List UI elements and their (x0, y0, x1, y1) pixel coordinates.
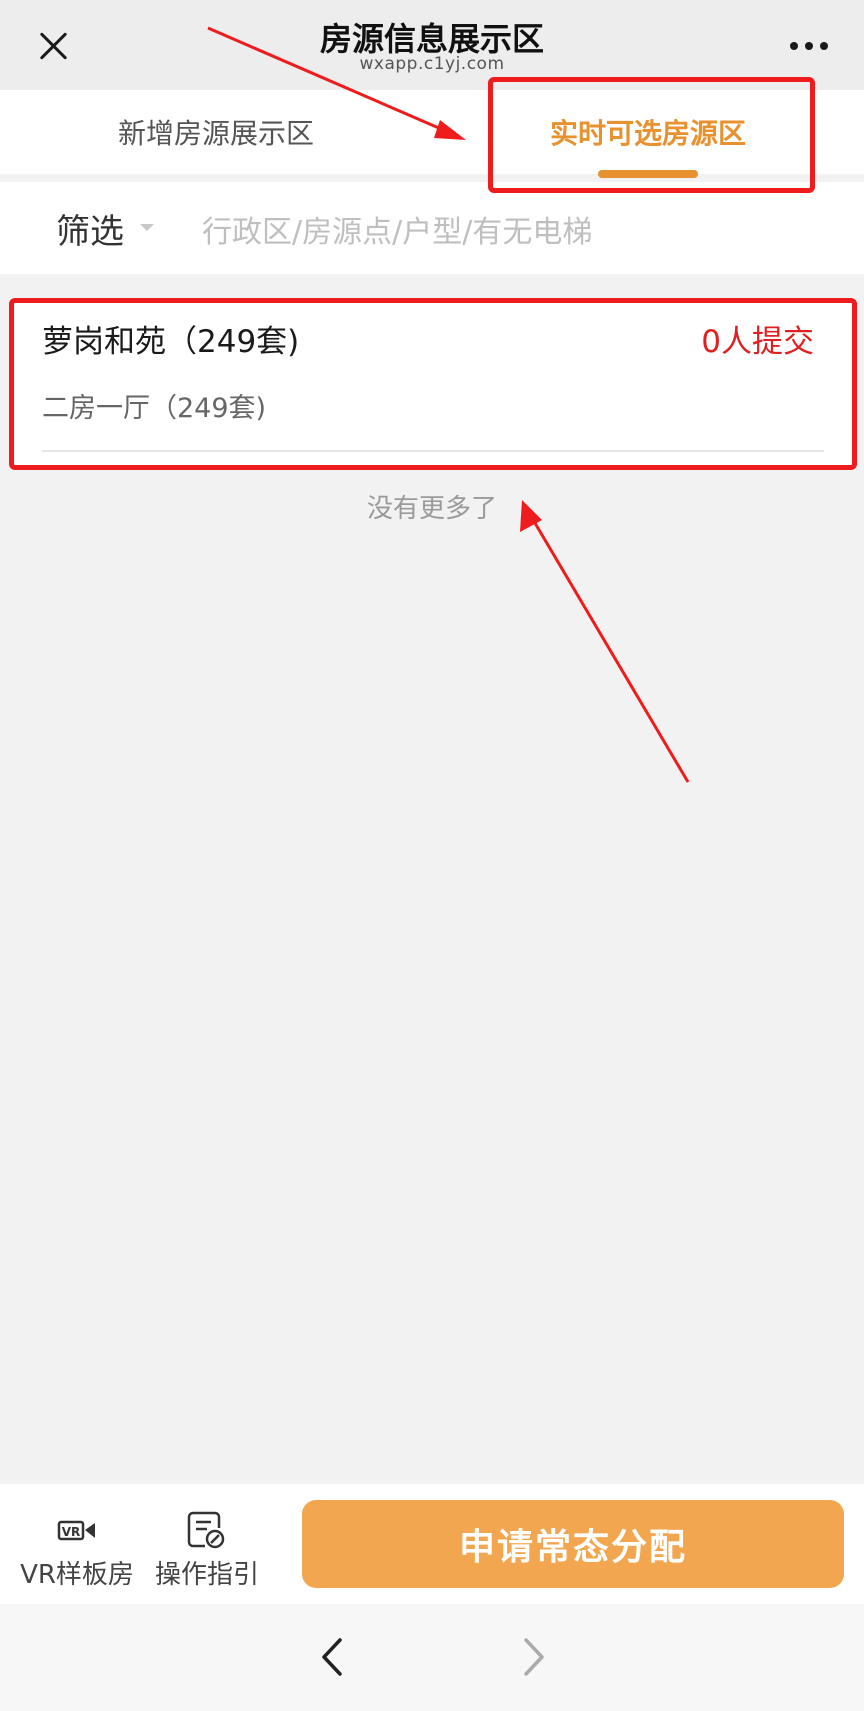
bottom-action-bar: VR VR样板房 操作指引 申请常态分配 (0, 1484, 864, 1604)
vr-label: VR样板房 (20, 1560, 134, 1590)
filter-input[interactable]: 行政区/房源点/户型/有无电梯 (202, 207, 592, 251)
vr-icon: VR (57, 1520, 95, 1541)
annotation-box-card (9, 298, 857, 470)
caret-down-icon[interactable] (140, 224, 154, 231)
browser-nav-bar (0, 1604, 864, 1711)
guide-button[interactable]: 操作指引 (142, 1510, 272, 1591)
tab-new-listings[interactable]: 新增房源展示区 (0, 90, 432, 174)
annotation-arrow-to-list-end (530, 517, 690, 783)
forward-chevron-icon[interactable] (514, 1636, 554, 1678)
back-chevron-icon[interactable] (312, 1636, 352, 1678)
filter-button[interactable]: 筛选 (56, 204, 124, 253)
filter-bar: 筛选 行政区/房源点/户型/有无电梯 (0, 182, 864, 274)
list-end-text: 没有更多了 (366, 494, 497, 524)
app-domain: wxapp.c1yj.com (359, 54, 505, 74)
apply-button[interactable]: 申请常态分配 (302, 1500, 844, 1588)
guide-icon (187, 1511, 225, 1549)
svg-text:VR: VR (62, 1525, 81, 1539)
annotation-box-tab (488, 77, 815, 193)
vr-showroom-button[interactable]: VR VR样板房 (12, 1510, 142, 1591)
guide-label: 操作指引 (154, 1560, 259, 1590)
more-icon[interactable] (790, 42, 828, 50)
